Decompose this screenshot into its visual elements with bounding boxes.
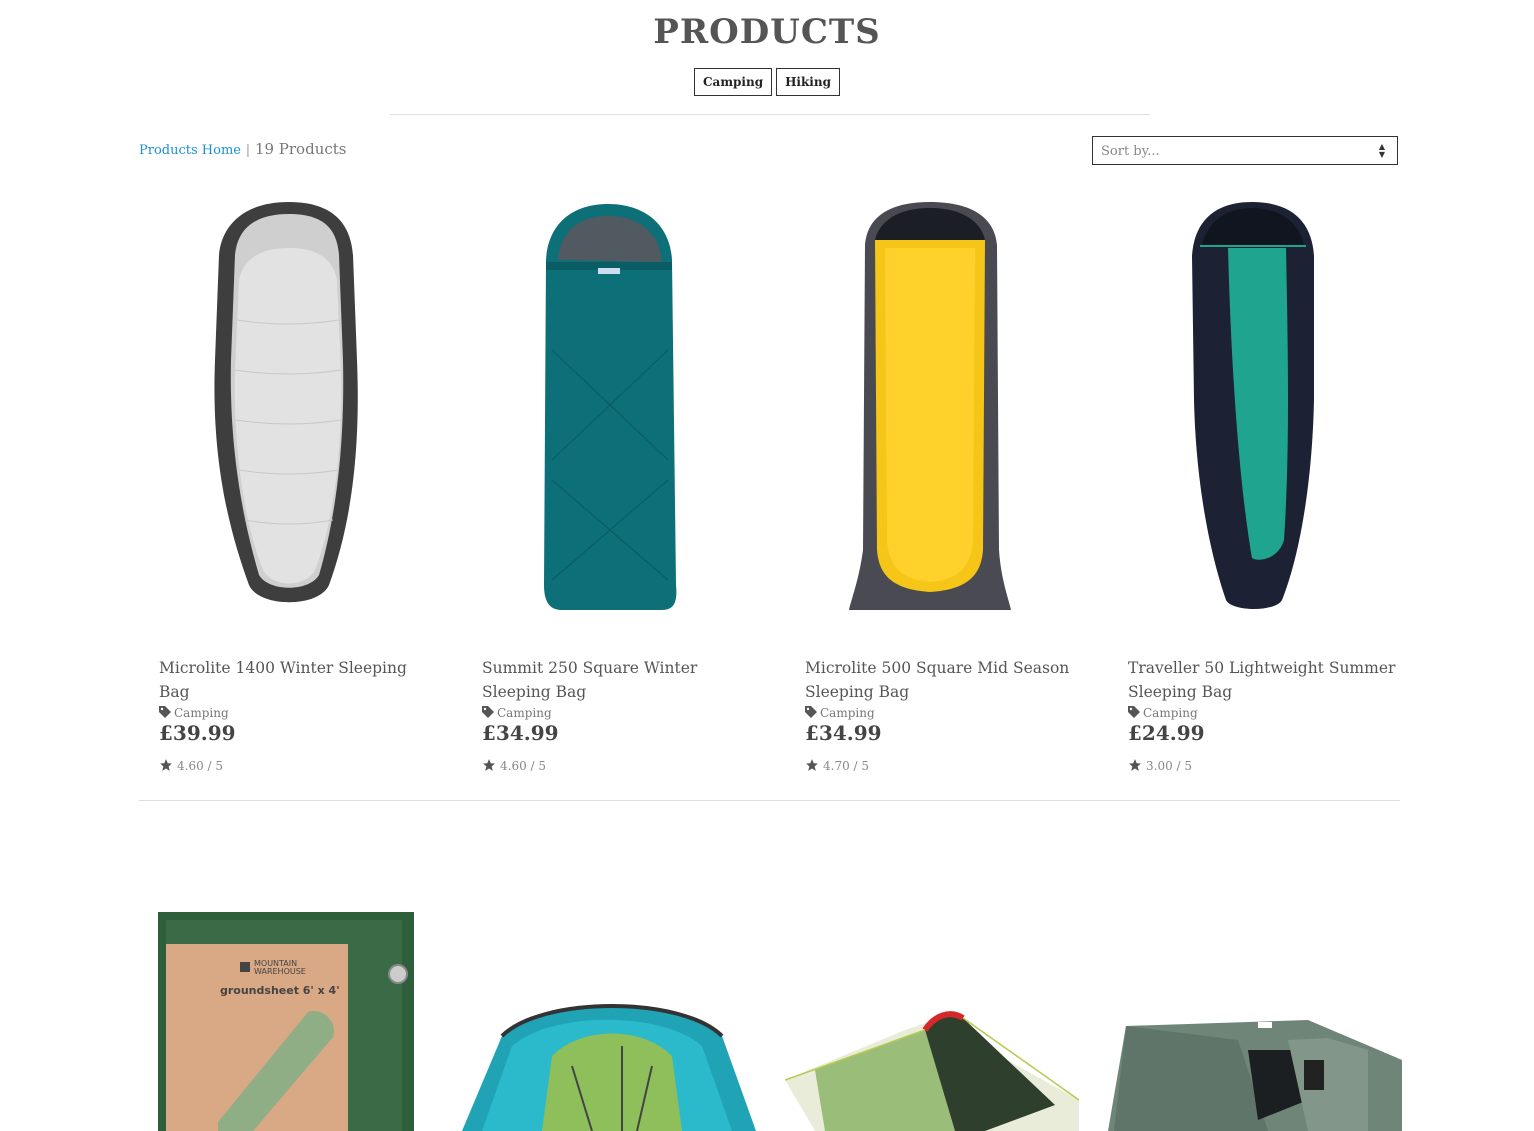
- star-icon: [483, 759, 495, 771]
- category-filter: Camping Hiking: [0, 68, 1534, 96]
- product-price: £34.99: [805, 721, 882, 745]
- tag-icon: [805, 706, 817, 718]
- tag-icon: [159, 706, 171, 718]
- green-tent-product-image[interactable]: [785, 1010, 1079, 1131]
- sort-placeholder: Sort by...: [1101, 144, 1160, 159]
- product-name[interactable]: Microlite 500 Square Mid Season Sleeping…: [805, 656, 1075, 704]
- groundsheet-label: groundsheet 6' x 4': [220, 984, 340, 997]
- product-rating: 4.70 / 5: [805, 758, 869, 773]
- product-name[interactable]: Microlite 1400 Winter Sleeping Bag: [159, 656, 429, 704]
- product-name[interactable]: Summit 250 Square Winter Sleeping Bag: [482, 656, 752, 704]
- yellow-sleeping-bag-icon[interactable]: [785, 200, 1085, 620]
- teal-sleeping-bag-icon[interactable]: [462, 200, 762, 620]
- product-count: 19 Products: [254, 140, 347, 158]
- product-price: £24.99: [1128, 721, 1205, 745]
- breadcrumb: Products Home | 19 Products: [139, 140, 346, 158]
- product-rating: 3.00 / 5: [1128, 758, 1192, 773]
- product-category: Camping: [482, 706, 552, 720]
- products-home-link[interactable]: Products Home: [139, 143, 241, 158]
- star-icon: [160, 759, 172, 771]
- grey-sleeping-bag-icon[interactable]: [139, 200, 439, 620]
- groundsheet-product-image[interactable]: MOUNTAIN WAREHOUSE groundsheet 6' x 4': [158, 912, 414, 1131]
- teal-tent-product-image[interactable]: [462, 996, 756, 1131]
- page-title: PRODUCTS: [653, 12, 881, 52]
- product-rating: 4.60 / 5: [482, 758, 546, 773]
- grey-tent-product-image[interactable]: [1108, 1020, 1402, 1131]
- brand-text-2: WAREHOUSE: [254, 967, 306, 976]
- row-divider: [139, 800, 1400, 801]
- tag-icon: [482, 706, 494, 718]
- sort-arrows-icon: ▲ ▼: [1378, 142, 1385, 159]
- tag-icon: [1128, 706, 1140, 718]
- category-button-hiking[interactable]: Hiking: [776, 68, 840, 96]
- product-rating: 4.60 / 5: [159, 758, 223, 773]
- divider: [390, 114, 1150, 115]
- product-name[interactable]: Traveller 50 Lightweight Summer Sleeping…: [1128, 656, 1398, 704]
- star-icon: [806, 759, 818, 771]
- product-category: Camping: [1128, 706, 1198, 720]
- product-category: Camping: [805, 706, 875, 720]
- sort-select[interactable]: Sort by... ▲ ▼: [1092, 136, 1398, 165]
- category-button-camping[interactable]: Camping: [694, 68, 773, 96]
- product-category: Camping: [159, 706, 229, 720]
- breadcrumb-separator: |: [245, 143, 251, 158]
- star-icon: [1129, 759, 1141, 771]
- product-price: £34.99: [482, 721, 559, 745]
- navy-sleeping-bag-icon[interactable]: [1108, 200, 1408, 620]
- product-price: £39.99: [159, 721, 236, 745]
